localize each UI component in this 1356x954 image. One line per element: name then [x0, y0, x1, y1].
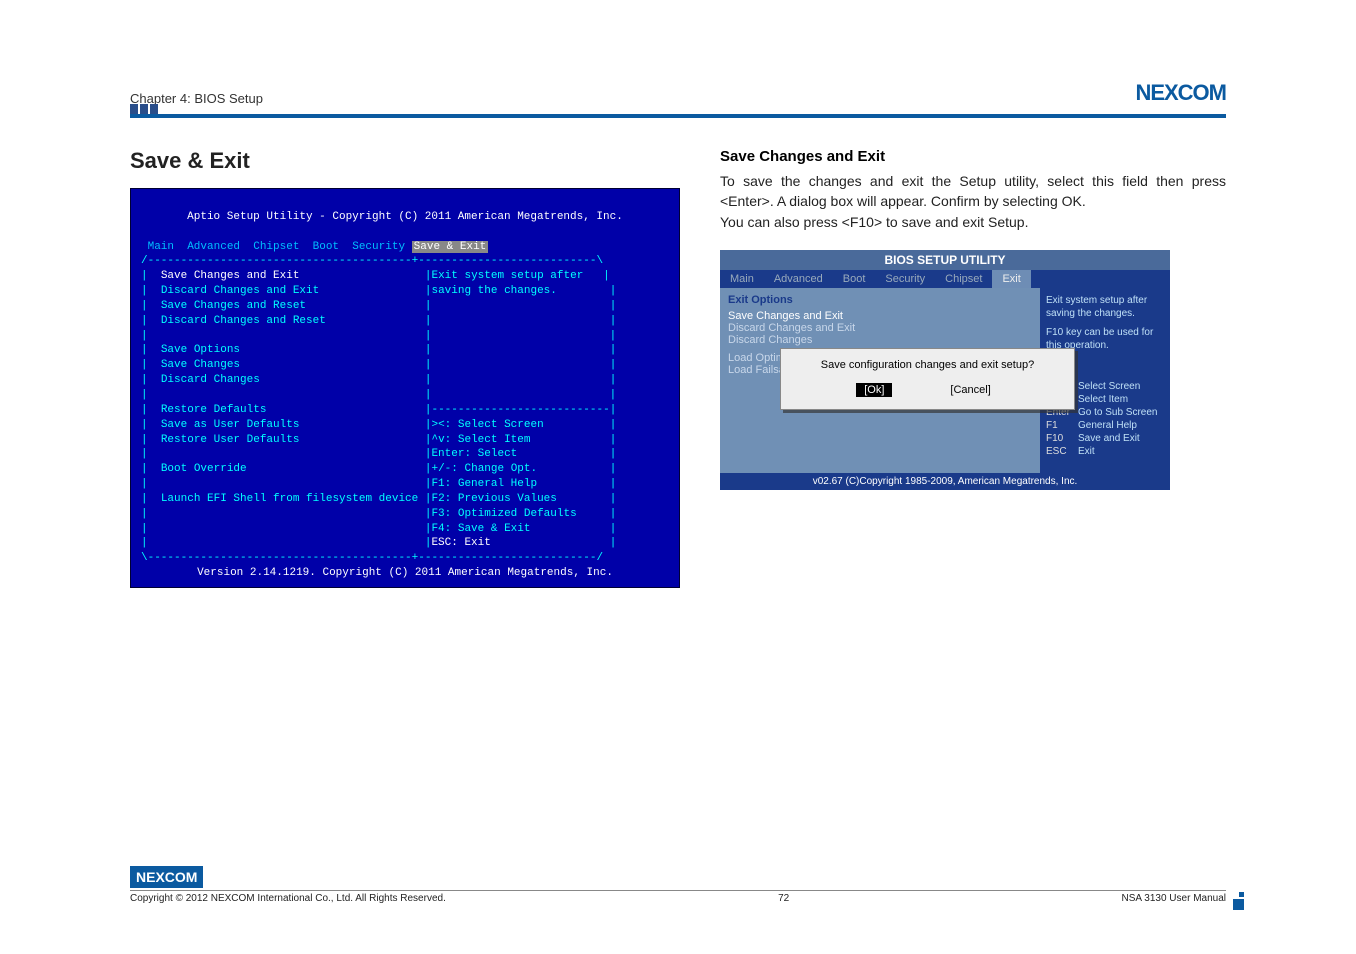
header-divider: [130, 114, 1226, 118]
bios1-help-2: saving the changes.: [431, 285, 556, 297]
bios2-key-esc: ESC: [1046, 445, 1072, 458]
footer-logo: NEXCOM: [130, 866, 203, 888]
bios2-item-discard: Discard Changes: [728, 334, 1032, 346]
bios1-tabs: Main Advanced Chipset Boot Security Save…: [141, 241, 488, 253]
bios2-key-enter-label: Go to Sub Screen: [1078, 406, 1158, 419]
bios1-key-opt: F3: Optimized Defaults: [431, 508, 576, 520]
bios2-key-f10: F10: [1046, 432, 1072, 445]
footer-page-number: 72: [778, 893, 789, 904]
bios1-item-restore-defaults: Restore Defaults: [161, 404, 267, 416]
bios1-group-save-options: Save Options: [161, 344, 240, 356]
bios1-active-tab: Save & Exit: [412, 241, 489, 253]
footer-manual-name: NSA 3130 User Manual: [1121, 893, 1226, 904]
footer-copyright: Copyright © 2012 NEXCOM International Co…: [130, 893, 446, 904]
bios2-tab-exit: Exit: [992, 270, 1030, 288]
bios2-key-esc-label: Exit: [1078, 445, 1095, 458]
bios2-exit-options-head: Exit Options: [728, 294, 1032, 306]
bios2-item-save-exit: Save Changes and Exit: [728, 310, 1032, 322]
bios1-group-boot-override: Boot Override: [161, 463, 247, 475]
bios1-key-item: ^v: Select Item: [431, 434, 530, 446]
bios2-tab-boot: Boot: [833, 270, 876, 288]
bios1-item-discard-exit: Discard Changes and Exit: [161, 285, 319, 297]
bios1-item-discard-changes: Discard Changes: [161, 374, 260, 386]
bios1-key-screen: ><: Select Screen: [431, 419, 543, 431]
bios2-tab-security: Security: [875, 270, 935, 288]
bios2-help-1: Exit system setup after saving the chang…: [1046, 294, 1164, 320]
bios1-item-save-exit: Save Changes and Exit: [161, 270, 300, 282]
bios1-item-efi-shell: Launch EFI Shell from filesystem device: [161, 493, 418, 505]
bios2-key-f10-label: Save and Exit: [1078, 432, 1140, 445]
bios1-item-save-changes: Save Changes: [161, 359, 240, 371]
footer-corner-icon: [1228, 892, 1244, 908]
dialog-message: Save configuration changes and exit setu…: [789, 359, 1066, 371]
bios1-key-prev: F2: Previous Values: [431, 493, 556, 505]
bios1-key-select: Enter: Select: [431, 448, 517, 460]
bios2-key-ud-label: Select Item: [1078, 393, 1128, 406]
bios2-tab-chipset: Chipset: [935, 270, 992, 288]
bios1-key-change: +/-: Change Opt.: [431, 463, 537, 475]
bios1-footer: Version 2.14.1219. Copyright (C) 2011 Am…: [141, 566, 669, 581]
bios1-item-save-user-defaults: Save as User Defaults: [161, 419, 300, 431]
section-heading: Save & Exit: [130, 148, 680, 174]
right-paragraph-2: You can also press <F10> to save and exi…: [720, 212, 1226, 232]
bios2-header: BIOS SETUP UTILITY: [720, 250, 1170, 270]
bios1-key-exit: ESC: Exit: [431, 537, 490, 549]
bios2-tab-main: Main: [720, 270, 764, 288]
bios2-footer: v02.67 (C)Copyright 1985-2009, American …: [720, 473, 1170, 490]
bios-screenshot-2: BIOS SETUP UTILITY Main Advanced Boot Se…: [720, 250, 1170, 490]
bios1-key-save: F4: Save & Exit: [431, 523, 530, 535]
bios1-item-save-reset: Save Changes and Reset: [161, 300, 306, 312]
bios1-key-help: F1: General Help: [431, 478, 537, 490]
bios2-key-f1: F1: [1046, 419, 1072, 432]
bios1-item-restore-user-defaults: Restore User Defaults: [161, 434, 300, 446]
right-sub-heading: Save Changes and Exit: [720, 148, 1226, 165]
right-paragraph-1: To save the changes and exit the Setup u…: [720, 171, 1226, 212]
bios1-title: Aptio Setup Utility - Copyright (C) 2011…: [141, 210, 669, 225]
bios1-help-1: Exit system setup after: [431, 270, 583, 282]
bios1-item-discard-reset: Discard Changes and Reset: [161, 315, 326, 327]
bios2-key-f1-label: General Help: [1078, 419, 1137, 432]
bios2-item-discard-exit: Discard Changes and Exit: [728, 322, 1032, 334]
bios-screenshot-1: Aptio Setup Utility - Copyright (C) 2011…: [130, 188, 680, 588]
dialog-ok-button[interactable]: [Ok]: [856, 383, 892, 397]
bios2-key-lr-label: Select Screen: [1078, 380, 1140, 393]
bios2-confirm-dialog: Save configuration changes and exit setu…: [780, 348, 1075, 410]
dialog-cancel-button[interactable]: [Cancel]: [942, 383, 998, 397]
bios2-tab-advanced: Advanced: [764, 270, 833, 288]
brand-logo: NEXCOM: [1135, 80, 1226, 106]
